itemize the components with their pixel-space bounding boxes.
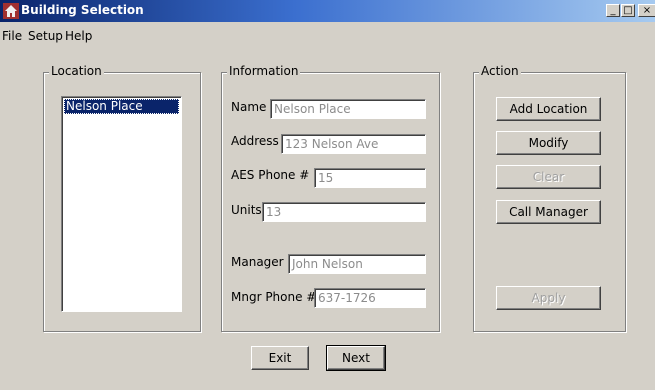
location-listbox[interactable]: Nelson Place bbox=[61, 96, 182, 312]
menu-bar: File Setup Help bbox=[0, 23, 655, 43]
manager-label: Manager bbox=[231, 255, 284, 269]
mngr-phone-label: Mngr Phone # bbox=[231, 290, 317, 304]
units-label: Units bbox=[231, 203, 262, 217]
add-location-button[interactable]: Add Location bbox=[496, 97, 601, 121]
call-manager-button[interactable]: Call Manager bbox=[496, 200, 601, 224]
exit-button[interactable]: Exit bbox=[251, 346, 309, 370]
menu-setup[interactable]: Setup bbox=[28, 29, 63, 43]
manager-field[interactable]: John Nelson bbox=[288, 254, 426, 274]
close-button[interactable]: × bbox=[638, 4, 655, 17]
address-field[interactable]: 123 Nelson Ave bbox=[281, 134, 426, 154]
clear-button[interactable]: Clear bbox=[496, 165, 601, 189]
action-group-label: Action bbox=[479, 64, 521, 78]
address-label: Address bbox=[231, 134, 279, 148]
aes-phone-field[interactable]: 15 bbox=[314, 168, 426, 188]
minimize-button[interactable]: _ bbox=[606, 4, 620, 17]
title-bar[interactable]: Building Selection _ □ × bbox=[0, 0, 655, 22]
next-button[interactable]: Next bbox=[326, 345, 386, 371]
name-field[interactable]: Nelson Place bbox=[270, 99, 426, 119]
window-title: Building Selection bbox=[21, 3, 144, 17]
modify-button[interactable]: Modify bbox=[496, 131, 601, 155]
menu-file[interactable]: File bbox=[2, 29, 22, 43]
information-group-label: Information bbox=[227, 64, 301, 78]
name-label: Name bbox=[231, 100, 267, 114]
units-field[interactable]: 13 bbox=[262, 202, 426, 222]
app-icon bbox=[3, 3, 19, 19]
apply-button[interactable]: Apply bbox=[496, 286, 601, 310]
list-item[interactable]: Nelson Place bbox=[64, 99, 179, 114]
menu-help[interactable]: Help bbox=[65, 29, 92, 43]
mngr-phone-field[interactable]: 637-1726 bbox=[314, 288, 426, 308]
location-group-label: Location bbox=[49, 64, 104, 78]
aes-phone-label: AES Phone # bbox=[231, 168, 310, 182]
maximize-button[interactable]: □ bbox=[621, 4, 635, 17]
